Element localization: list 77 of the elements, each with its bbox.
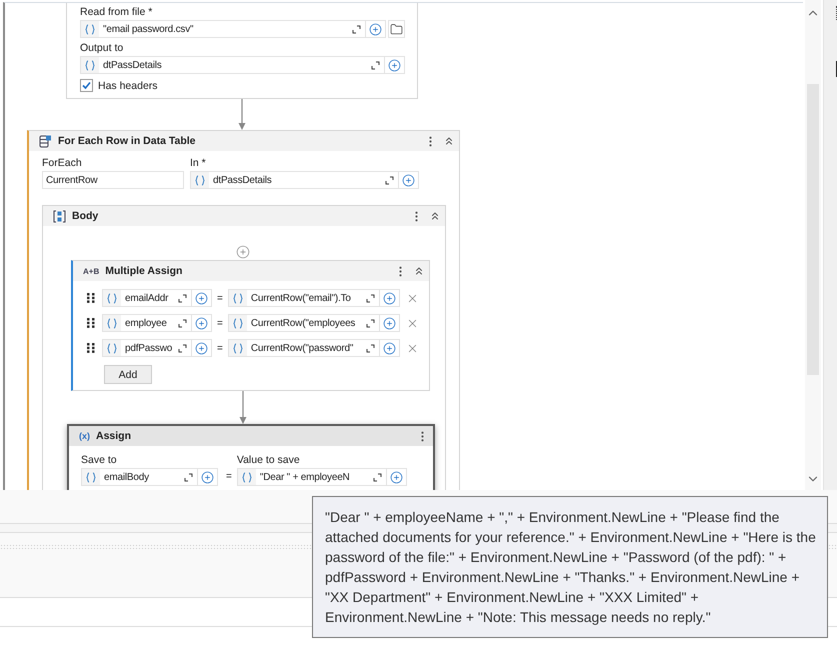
expression-field[interactable]: employee [102,314,192,332]
connector-arrow [239,391,247,424]
activity-title: Assign [96,430,132,442]
expand-icon[interactable] [178,294,187,302]
braces-icon [85,24,95,34]
plus-button[interactable] [380,339,400,357]
table-icon [39,134,52,148]
expand-icon[interactable] [372,472,382,482]
assign-icon: A+B [83,266,100,276]
field-label: In * [190,157,207,169]
expand-icon[interactable] [385,176,394,184]
expression-field[interactable]: CurrentRow("password" [228,339,380,357]
activity-title: For Each Row in Data Table [58,135,196,147]
field-label: Read from file * [80,6,154,18]
add-icon[interactable] [236,245,250,259]
field-label: ForEach [42,157,83,169]
equals-sign: = [217,342,223,354]
expand-icon[interactable] [366,318,375,328]
expression-field[interactable]: "email password.csv" [80,20,366,38]
plus-button[interactable] [380,289,400,307]
expand-icon[interactable] [352,24,362,34]
expand-icon[interactable] [184,472,193,482]
plus-button[interactable] [366,20,386,38]
add-button[interactable]: Add [104,365,152,384]
braces-icon [195,174,205,186]
plus-button[interactable] [198,468,218,486]
drag-handle[interactable] [87,293,95,303]
expand-icon[interactable] [178,318,187,328]
braces-icon [107,342,117,354]
expression-field[interactable]: dtPassDetails [190,171,399,189]
plus-button[interactable] [380,314,400,332]
drag-handle[interactable] [87,318,95,328]
expand-icon[interactable] [366,344,375,352]
checkbox-label: Has headers [98,80,158,92]
braces-icon [232,342,243,354]
checkbox[interactable] [80,79,93,92]
collapse-icon[interactable] [443,135,455,147]
field-label: Value to save [236,454,301,466]
braces-icon [85,60,95,70]
field-label: Save to [81,454,118,466]
connector-arrow [238,99,246,130]
expression-field[interactable]: CurrentRow("email").To [228,289,380,307]
tooltip: "Dear " + employeeName + "," + Environment.NewLine + "Please find the attached documents for your reference." + Environment.NewLine + "Here is the password of the file:" + Environment.NewLine + "Password (of the pdf): " + pdfPassword + Environment.NewLine + "Thanks." + Environment.NewLine + "XX Department" + Environment.NewLine + "XXX Limited" + Environment.NewLine + "Note: This message needs no reply." [312,496,828,638]
braces-icon [232,318,243,328]
expression-field[interactable]: "Dear " + employeeN [236,468,387,486]
text-field[interactable]: CurrentRow [42,171,184,189]
expression-field[interactable]: CurrentRow("employees [228,314,380,332]
braces-icon [232,292,243,304]
activity-title: Multiple Assign [105,265,184,277]
folder-button[interactable] [388,20,405,38]
braces-icon [86,472,96,482]
braces-icon [107,318,117,328]
variable-icon: (x) [79,431,90,441]
equals-sign: = [217,318,223,328]
plus-button[interactable] [192,289,212,307]
sequence-icon [53,210,66,222]
plus-button[interactable] [385,56,405,74]
drag-handle[interactable] [87,343,95,353]
field-label: Output to [80,42,124,54]
expression-field[interactable]: pdfPasswo [102,339,192,357]
braces-icon [242,472,252,482]
plus-button[interactable] [386,468,407,486]
activity-title: Body [72,210,100,222]
braces-icon [107,292,117,304]
equals-sign: = [217,292,223,304]
expand-icon[interactable] [371,60,380,70]
expression-field[interactable]: dtPassDetails [80,56,386,74]
expand-icon[interactable] [178,344,187,352]
plus-button[interactable] [399,171,419,189]
collapse-icon[interactable] [413,265,425,277]
plus-button[interactable] [192,339,212,357]
expression-field[interactable]: emailBody [81,468,198,486]
plus-button[interactable] [192,314,212,332]
collapse-icon[interactable] [429,210,441,222]
expand-icon[interactable] [366,294,375,302]
equals-sign: = [226,471,232,482]
expression-field[interactable]: emailAddr [102,289,192,307]
